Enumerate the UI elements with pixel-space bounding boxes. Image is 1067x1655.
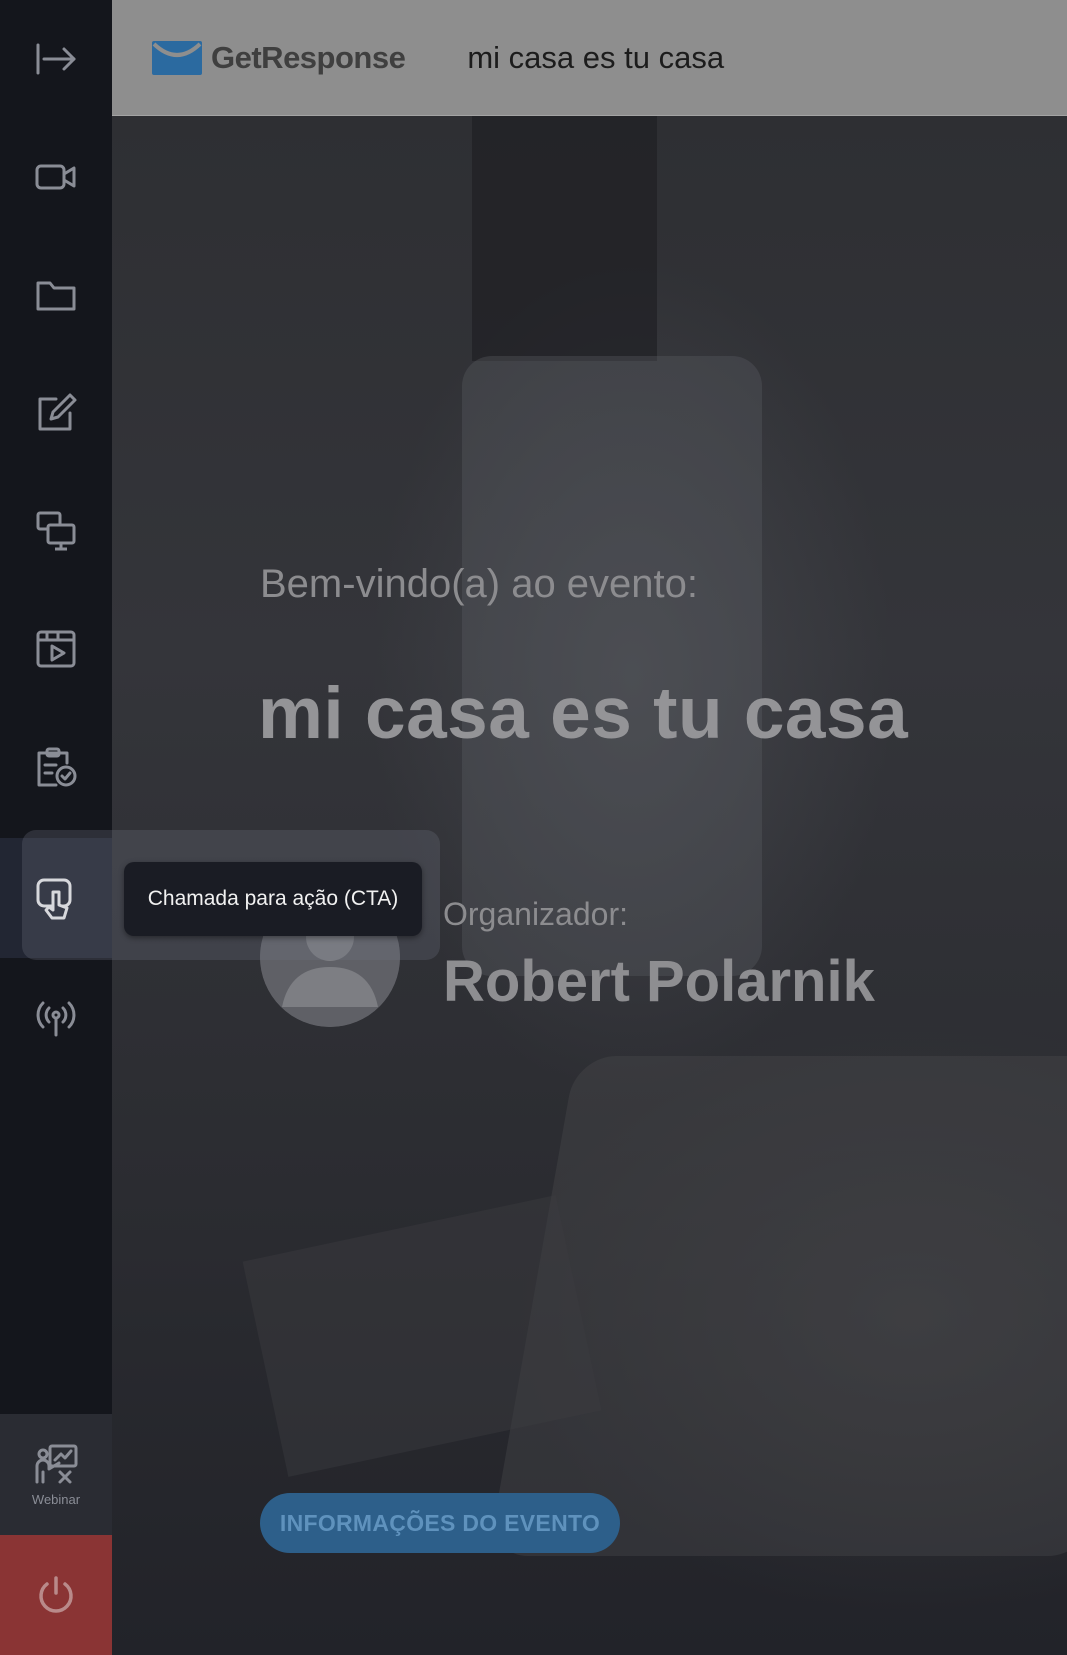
collapse-arrow-icon bbox=[36, 43, 76, 75]
edit-icon bbox=[38, 393, 77, 431]
envelope-logo-icon bbox=[152, 40, 202, 75]
sidebar-item-camera[interactable] bbox=[0, 118, 112, 236]
event-title: mi casa es tu casa bbox=[258, 673, 909, 754]
webinar-button[interactable]: Webinar bbox=[0, 1414, 112, 1535]
sidebar-item-edit[interactable] bbox=[0, 354, 112, 472]
getresponse-logo: GetResponse bbox=[152, 39, 406, 76]
cta-tooltip: Chamada para ação (CTA) bbox=[124, 862, 422, 936]
welcome-text: Bem-vindo(a) ao evento: bbox=[260, 562, 699, 606]
collapse-sidebar-button[interactable] bbox=[0, 0, 112, 118]
power-icon bbox=[39, 1576, 73, 1613]
top-bar: GetResponse mi casa es tu casa bbox=[112, 0, 1067, 116]
event-info-button[interactable]: INFORMAÇÕES DO EVENTO bbox=[260, 1493, 620, 1553]
sidebar-item-screen-share[interactable] bbox=[0, 472, 112, 590]
background-window bbox=[472, 116, 657, 361]
brand-name: GetResponse bbox=[211, 39, 406, 75]
folder-icon bbox=[36, 281, 76, 311]
broadcast-icon bbox=[36, 1001, 76, 1037]
sidebar-item-broadcast[interactable] bbox=[0, 958, 112, 1076]
sidebar: Webinar bbox=[0, 0, 112, 1655]
webinar-label: Webinar bbox=[31, 1492, 81, 1507]
sidebar-item-media[interactable] bbox=[0, 590, 112, 708]
sidebar-item-files[interactable] bbox=[0, 236, 112, 354]
organizer-name: Robert Polarnik bbox=[443, 949, 875, 1014]
screen-share-icon bbox=[36, 511, 76, 551]
presenter-board-icon bbox=[35, 1444, 78, 1484]
organizer-label: Organizador: bbox=[443, 896, 628, 932]
video-camera-icon bbox=[35, 164, 76, 190]
header-event-title: mi casa es tu casa bbox=[467, 39, 725, 75]
leave-event-button[interactable] bbox=[0, 1535, 112, 1655]
media-player-icon bbox=[36, 630, 76, 668]
background-shelf bbox=[462, 356, 762, 976]
survey-clipboard-icon bbox=[37, 747, 77, 787]
sidebar-item-survey[interactable] bbox=[0, 708, 112, 826]
